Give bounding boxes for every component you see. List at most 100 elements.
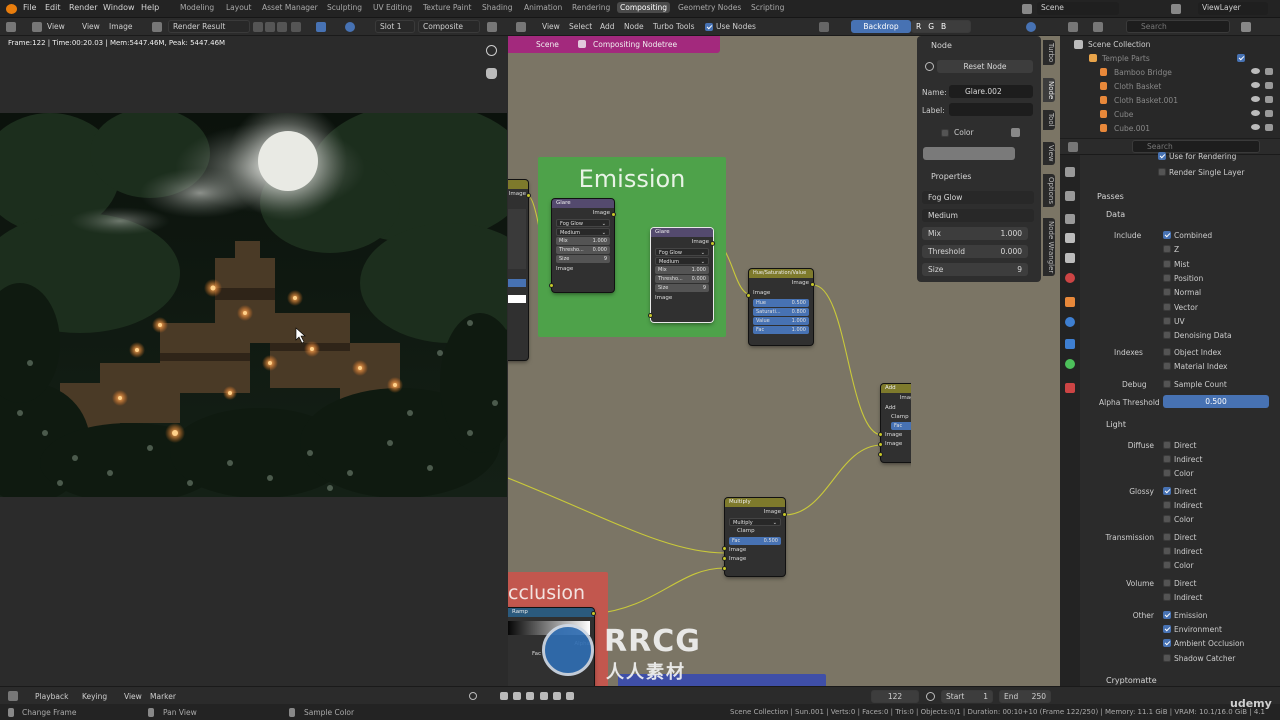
start-frame-field[interactable]: Start 1 (941, 690, 993, 703)
multiply-input-1-socket[interactable] (722, 556, 727, 561)
visibility-eye-icon[interactable] (1251, 110, 1260, 116)
jump-start-icon[interactable] (500, 692, 508, 700)
render-single-layer-checkbox[interactable] (1158, 168, 1166, 176)
sidebar-tab-turbo[interactable]: Turbo (1043, 40, 1055, 66)
glare-mix-field[interactable]: Mix 1.000 (922, 227, 1028, 240)
sample-tool-icon[interactable] (316, 22, 326, 32)
object-tab-icon[interactable] (1065, 297, 1075, 307)
node-color-swatch[interactable] (923, 147, 1015, 160)
view-layer-selector[interactable]: ViewLayer (1198, 2, 1268, 15)
open-image-icon[interactable] (277, 22, 287, 32)
glare-2-type-dropdown[interactable]: Fog Glow ⌄ (655, 248, 709, 256)
texture-tab-icon[interactable] (1065, 383, 1075, 393)
glare-node-1[interactable]: Glare Image Fog Glow ⌄ Medium ⌄ Mix 1.000 T… (552, 199, 614, 292)
glossy-indirect-checkbox[interactable] (1163, 501, 1171, 510)
tool-tab-icon[interactable] (1065, 167, 1075, 177)
color-section-header[interactable]: Color (954, 128, 974, 137)
fake-user-icon[interactable] (253, 22, 263, 32)
multiply-output-socket[interactable] (782, 512, 787, 517)
image-name-field[interactable]: Render Result (168, 20, 250, 33)
channel-toggle-b[interactable]: B (941, 21, 946, 32)
data-pass-checkbox-mist[interactable] (1163, 259, 1171, 268)
data-pass-checkbox-combined[interactable] (1163, 231, 1171, 239)
editor-type-icon[interactable] (1068, 22, 1078, 32)
data-pass-checkbox-vector[interactable] (1163, 302, 1171, 311)
hsv-saturation-field[interactable]: Saturati... 0.800 (753, 308, 809, 316)
editor-type-icon[interactable] (6, 22, 16, 32)
data-tab-icon[interactable] (1065, 359, 1075, 369)
new-image-icon[interactable] (265, 22, 275, 32)
channel-toggle-r[interactable]: R (916, 21, 921, 32)
material-index-checkbox[interactable] (1163, 362, 1171, 370)
sidebar-tab-view[interactable]: View (1043, 142, 1055, 165)
workspace-tab-rendering[interactable]: Rendering (572, 3, 610, 12)
menu-image[interactable]: Image (109, 22, 133, 31)
sidebar-tab-node-wrangler[interactable]: Node Wrangler (1043, 218, 1055, 277)
unlink-image-icon[interactable] (291, 22, 301, 32)
workspace-tab-geometry-nodes[interactable]: Geometry Nodes (678, 3, 741, 12)
add-input-2-socket[interactable] (878, 452, 883, 457)
glare-type-dropdown[interactable]: Fog Glow (922, 191, 1034, 204)
glare-quality-dropdown[interactable]: Medium (922, 209, 1034, 222)
glare-node-2[interactable]: Glare Image Fog Glow ⌄ Medium ⌄ Mix 1.000 T… (651, 228, 713, 322)
render-camera-icon[interactable] (1265, 124, 1273, 131)
view-mode-icon[interactable] (32, 22, 42, 32)
workspace-tab-sculpting[interactable]: Sculpting (327, 3, 362, 12)
render-camera-icon[interactable] (1265, 96, 1273, 103)
light-subsection-header[interactable]: Light (1106, 420, 1126, 429)
image-browse-icon[interactable] (152, 22, 162, 32)
other-shadow-catcher-checkbox[interactable] (1163, 653, 1171, 662)
glare-2-mix-field[interactable]: Mix 1.000 (655, 266, 709, 274)
hsv-value-field[interactable]: Value 1.000 (753, 317, 809, 325)
visibility-eye-icon[interactable] (1251, 124, 1260, 130)
menu-help[interactable]: Help (141, 3, 159, 12)
view-layer-icon[interactable] (1171, 4, 1181, 14)
multiply-clamp-checkbox[interactable]: Clamp (725, 527, 785, 536)
view-layer-tab-icon[interactable] (1065, 233, 1075, 243)
render-camera-icon[interactable] (1265, 68, 1273, 75)
hsv-fac-field[interactable]: Fac 1.000 (753, 326, 809, 334)
menu-view[interactable]: View (124, 692, 142, 701)
visibility-eye-icon[interactable] (1251, 82, 1260, 88)
hsv-hue-field[interactable]: Hue 0.500 (753, 299, 809, 307)
constraints-tab-icon[interactable] (1065, 339, 1075, 349)
outliner-item-temple-parts[interactable]: Temple Parts (1102, 54, 1150, 63)
volume-direct-checkbox[interactable] (1163, 579, 1171, 587)
glare-1-quality-dropdown[interactable]: Medium ⌄ (556, 228, 610, 236)
multiply-input-2-socket[interactable] (722, 566, 727, 571)
preview-range-icon[interactable] (926, 692, 935, 701)
render-camera-icon[interactable] (1265, 110, 1273, 117)
outliner-item-cloth-basket[interactable]: Cloth Basket (1114, 82, 1161, 91)
color-presets-icon[interactable] (1011, 128, 1020, 137)
glare-1-size-field[interactable]: Size 9 (556, 255, 610, 263)
data-pass-checkbox-position[interactable] (1163, 273, 1171, 282)
diffuse-indirect-checkbox[interactable] (1163, 455, 1171, 464)
add-mix-node[interactable]: Add Image Add Clamp Fac Image Image (881, 384, 911, 462)
outliner-search-field[interactable]: Search (1126, 20, 1230, 33)
add-input-1-socket[interactable] (878, 442, 883, 447)
menu-view[interactable]: View (82, 22, 100, 31)
color-ramp-output-socket[interactable] (591, 611, 596, 616)
outliner-item-cube-001[interactable]: Cube.001 (1114, 124, 1150, 133)
workspace-tab-compositing[interactable]: Compositing (617, 2, 671, 13)
add-fac-field[interactable]: Fac (891, 422, 911, 430)
other-ambient-occlusion-checkbox[interactable] (1163, 639, 1171, 648)
compositor-node-editor[interactable]: View Select Add Node Turbo Tools Use Nod… (508, 18, 911, 686)
partial-node-output-socket[interactable] (526, 193, 531, 198)
filter-icon[interactable] (1241, 22, 1251, 32)
sample-count-checkbox[interactable] (1163, 380, 1171, 388)
physics-tab-icon[interactable] (1065, 317, 1075, 327)
volume-indirect-checkbox[interactable] (1163, 593, 1171, 602)
current-frame-field[interactable]: 122 (871, 690, 919, 703)
scene-selector[interactable]: Scene (1037, 2, 1119, 15)
color-checkbox[interactable] (941, 129, 949, 137)
render-camera-icon[interactable] (1265, 82, 1273, 89)
object-index-checkbox[interactable] (1163, 348, 1171, 356)
glare-1-threshold-field[interactable]: Thresho... 0.000 (556, 246, 610, 254)
scene-icon[interactable] (1022, 4, 1032, 14)
multiply-operation-dropdown[interactable]: Multiply ⌄ (729, 518, 781, 526)
pan-hand-icon[interactable] (486, 68, 497, 79)
next-key-icon[interactable] (553, 692, 561, 700)
menu-render[interactable]: Render (69, 3, 97, 12)
visibility-eye-icon[interactable] (1251, 68, 1260, 74)
